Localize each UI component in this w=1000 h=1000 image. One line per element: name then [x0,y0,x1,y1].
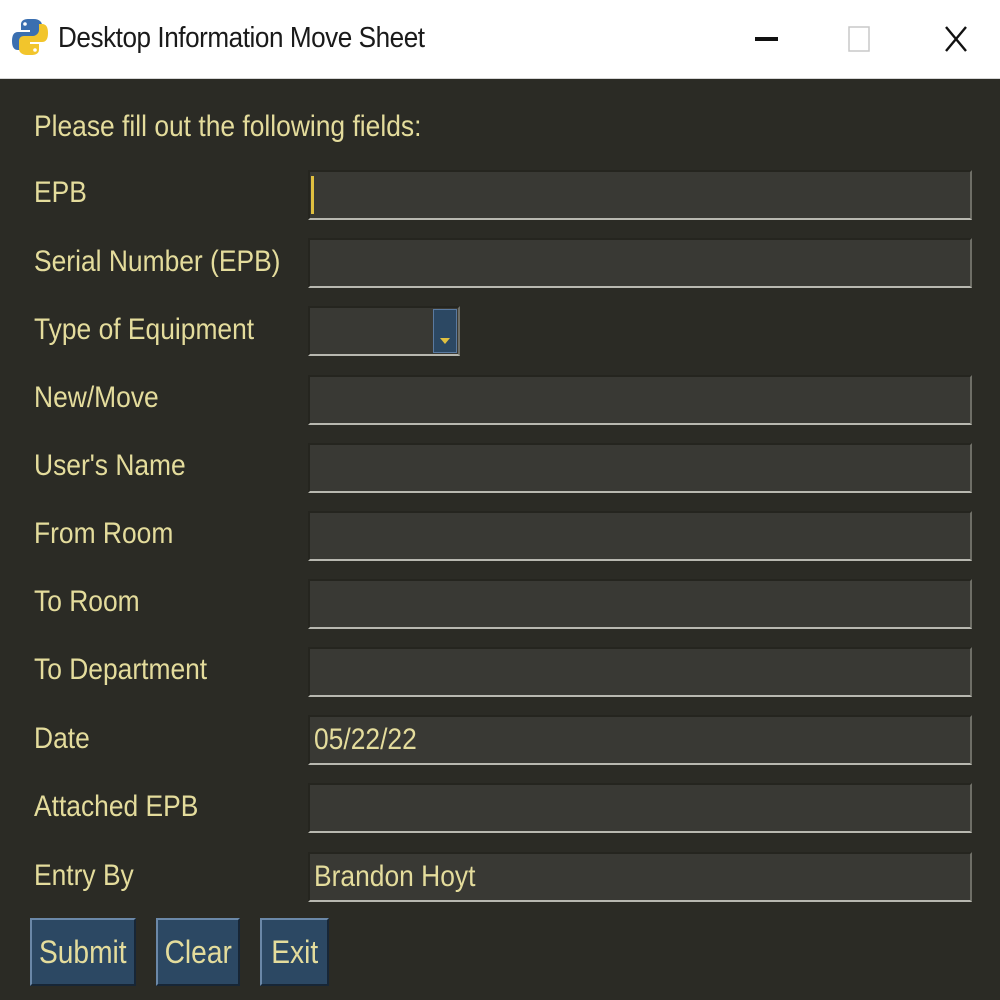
from-room-label: From Room [34,517,174,550]
users-name-label: User's Name [34,449,186,482]
instructions-text: Please fill out the following fields: [34,110,422,143]
entry-by-field[interactable]: Brandon Hoyt [308,852,972,902]
attached-epb-field[interactable] [308,783,972,833]
window-title: Desktop Information Move Sheet [58,22,425,54]
serial-number-field[interactable] [308,238,972,288]
entry-by-label: Entry By [34,859,134,892]
serial-number-label: Serial Number (EPB) [34,245,281,278]
submit-button[interactable]: Submit [30,918,136,986]
new-move-label: New/Move [34,381,159,414]
text-caret [311,176,314,214]
date-field[interactable]: 05/22/22 [308,715,972,765]
equipment-type-label: Type of Equipment [34,313,255,346]
clear-button[interactable]: Clear [156,918,240,986]
dropdown-button[interactable] [433,309,457,353]
to-department-field[interactable] [308,647,972,697]
python-icon [12,19,48,55]
maximize-icon [848,26,870,52]
users-name-field[interactable] [308,443,972,493]
close-icon [945,26,967,52]
title-bar: Desktop Information Move Sheet [0,0,1000,79]
new-move-field[interactable] [308,375,972,425]
minimize-button[interactable] [719,0,815,78]
chevron-down-icon [440,338,450,344]
epb-label: EPB [34,176,87,209]
exit-button[interactable]: Exit [260,918,329,986]
to-department-label: To Department [34,653,208,686]
epb-field[interactable] [308,170,972,220]
close-button[interactable] [908,0,1000,78]
to-room-label: To Room [34,585,140,618]
attached-epb-label: Attached EPB [34,790,199,823]
equipment-type-dropdown[interactable] [308,306,460,356]
maximize-button[interactable] [811,0,907,78]
minimize-icon [755,37,778,41]
from-room-field[interactable] [308,511,972,561]
to-room-field[interactable] [308,579,972,629]
date-label: Date [34,722,90,755]
